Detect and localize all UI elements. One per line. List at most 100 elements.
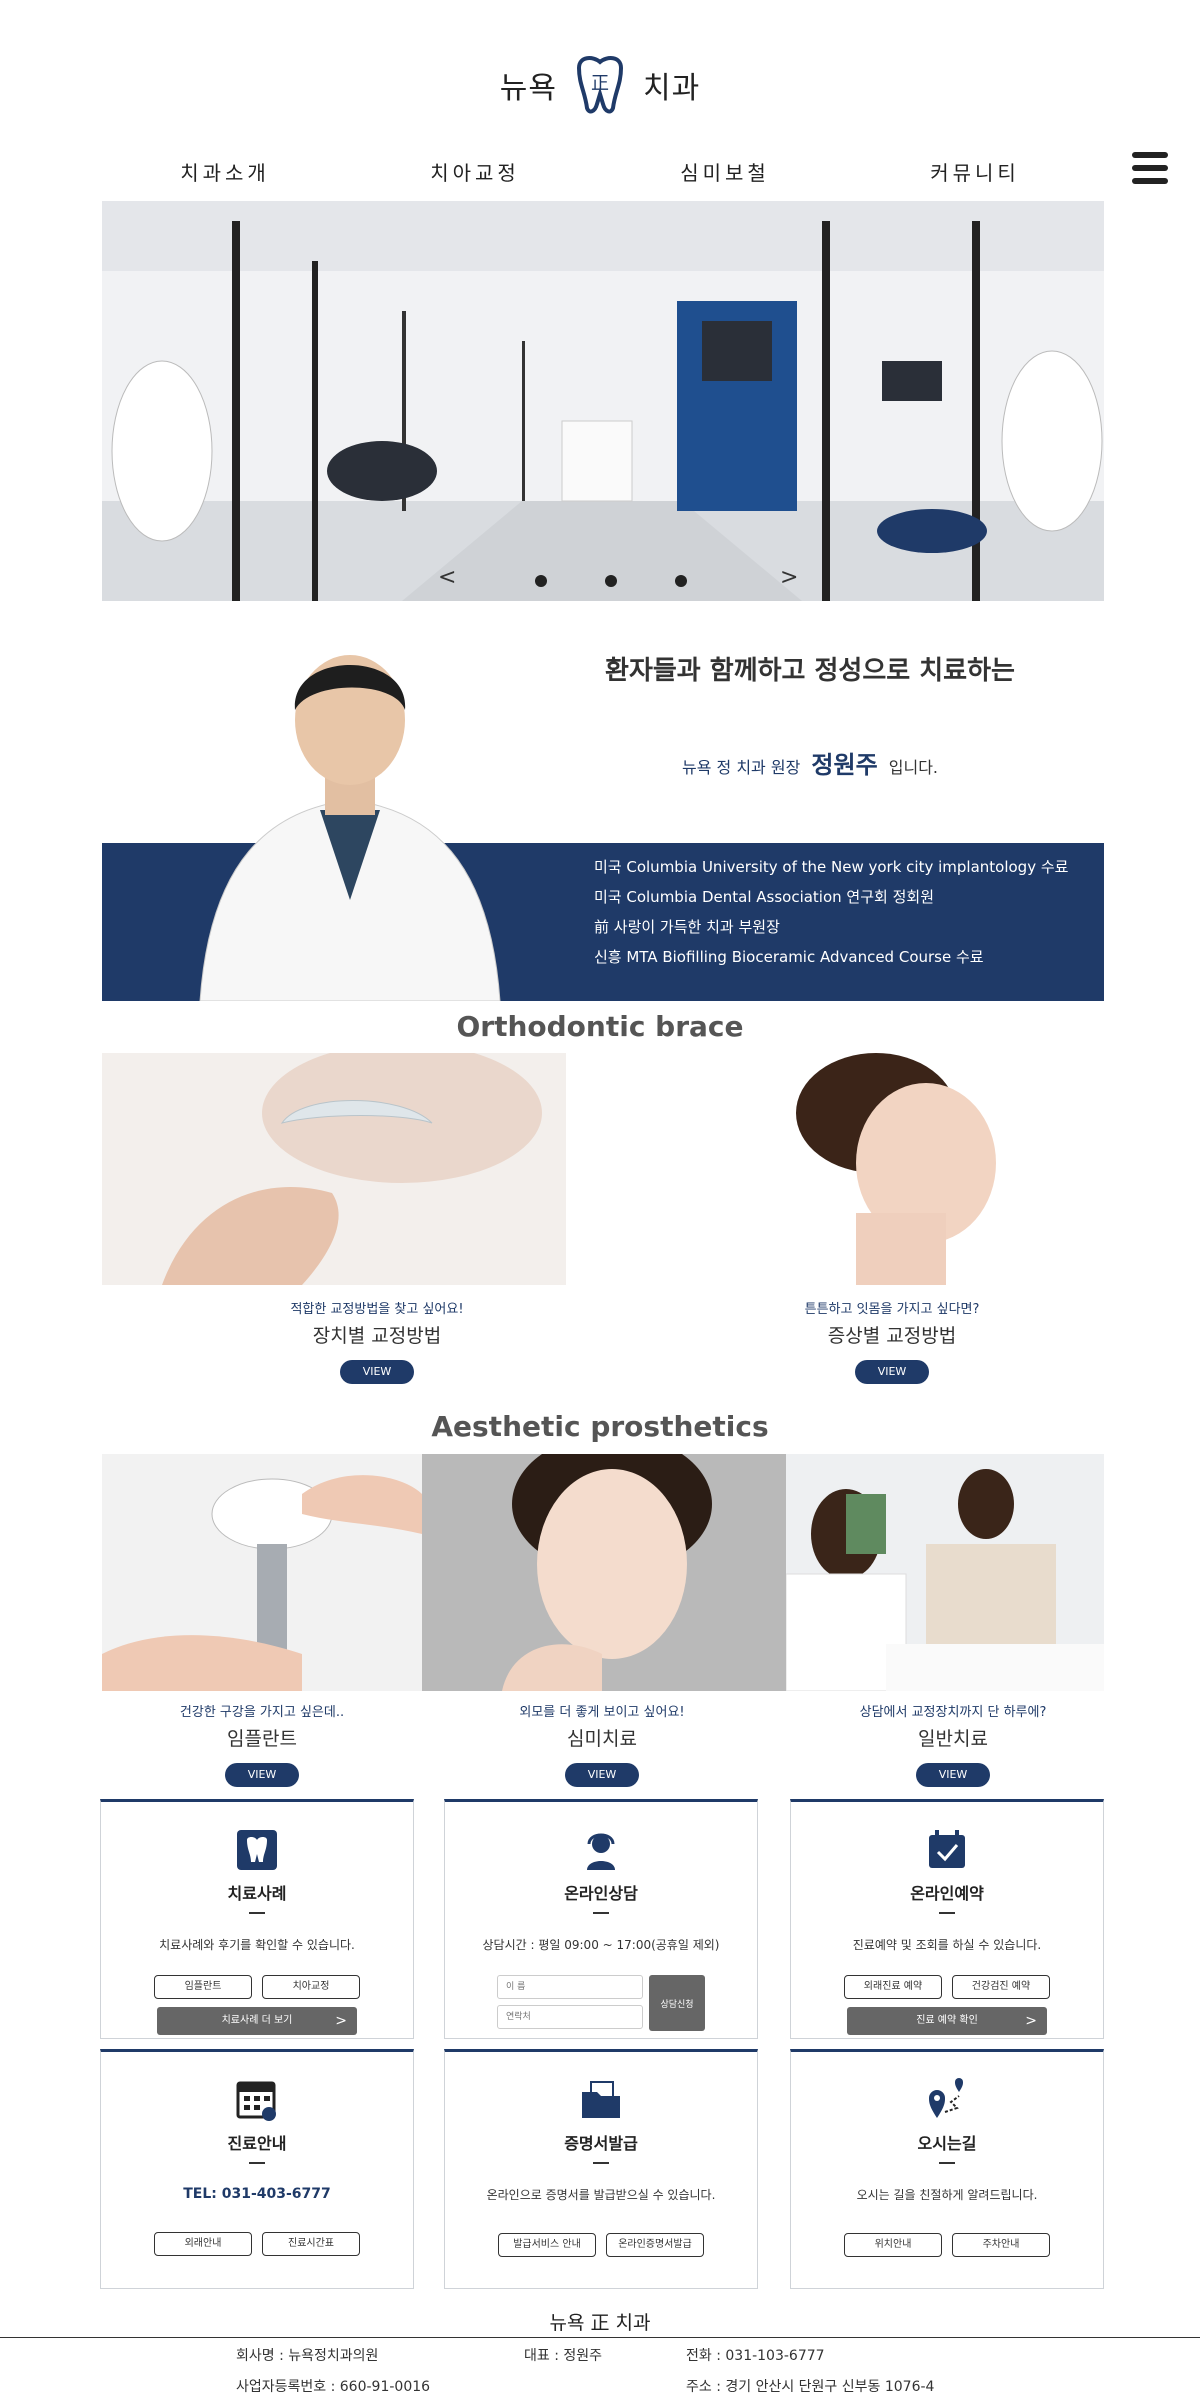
aes-card-aesthetic-photo[interactable] [422,1454,786,1691]
career-item: 前 사랑이 가득한 치과 부원장 [594,918,780,936]
service-online-reservation: 온라인예약 진료예약 및 조회를 하실 수 있습니다. 외래진료 예약 건강검진… [790,1799,1104,2039]
slide-prev-arrow[interactable]: < [438,565,456,590]
footer-biz-number: 사업자등록번호 : 660-91-0016 [236,2379,431,2395]
service-cases-desc: 치료사례와 후기를 확인할 수 있습니다. [159,1938,355,1952]
guide-timetable-button[interactable]: 진료시간표 [262,2232,360,2256]
service-online-consult: 온라인상담 상담시간 : 평일 09:00 ~ 17:00(공휴일 제외) 상담… [444,1799,758,2039]
consult-submit-button[interactable]: 상담신청 [649,1975,705,2031]
footer-company: 회사명 : 뉴욕정치과의원 [236,2348,379,2364]
title-divider [593,1912,609,1914]
service-guide-buttons: 외래안내 진료시간표 [101,2232,413,2256]
tooth-logo-icon: 正 [576,56,624,114]
aes-implant-view-button[interactable]: VIEW [225,1763,299,1787]
hamburger-menu-icon[interactable] [1132,152,1168,184]
service-consult-desc: 상담시간 : 평일 09:00 ~ 17:00(공휴일 제외) [482,1938,720,1952]
slide-dot-2[interactable] [605,575,617,587]
ortho-device-view-button[interactable]: VIEW [340,1360,414,1384]
nav-item-intro[interactable]: 치과소개 [100,155,350,191]
ortho-card-symptom-info: 튼튼하고 잇몸을 가지고 싶다면? 증상별 교정방법 VIEW [702,1298,1082,1384]
service-treatment-cases: 치료사례 치료사례와 후기를 확인할 수 있습니다. 임플란트 치아교정 치료사… [100,1799,414,2039]
aes-aesthetic-title: 심미치료 [567,1728,637,1750]
consult-form: 상담신청 [445,1975,757,2031]
cert-service-guide-button[interactable]: 발급서비스 안내 [498,2233,596,2257]
guide-outpatient-button[interactable]: 외래안내 [154,2232,252,2256]
nav-item-aesthetic[interactable]: 심미보철 [600,155,850,191]
implant-model-photo [102,1454,422,1691]
service-reserve-desc: 진료예약 및 조회를 하실 수 있습니다. [852,1938,1042,1952]
cases-implant-button[interactable]: 임플란트 [154,1975,252,1999]
nav-item-orthodontics[interactable]: 치아교정 [350,155,600,191]
ortho-card-symptom-photo[interactable] [636,1053,1100,1285]
main-nav: 치과소개 치아교정 심미보철 커뮤니티 [100,155,1100,191]
slide-dot-1[interactable] [535,575,547,587]
ortho-card-device-photo[interactable] [102,1053,566,1285]
aes-implant-sub: 건강한 구강을 가지고 싶은데.. [179,1705,345,1720]
service-map-desc: 오시는 길을 친절하게 알려드립니다. [856,2188,1038,2202]
clear-aligner-photo [102,1053,566,1285]
ortho-symptom-view-button[interactable]: VIEW [855,1360,929,1384]
cases-more-button[interactable]: 치료사례 더 보기 > [157,2007,357,2035]
logo-text-left: 뉴욕 [499,71,557,106]
chevron-right-icon: > [1025,2013,1037,2029]
cases-ortho-button[interactable]: 치아교정 [262,1975,360,1999]
map-location-button[interactable]: 위치안내 [844,2233,942,2257]
reserve-confirm-button[interactable]: 진료 예약 확인 > [847,2007,1047,2035]
cert-online-issue-button[interactable]: 온라인증명서발급 [606,2233,704,2257]
schedule-calendar-icon [236,2081,276,2121]
service-cert-desc: 온라인으로 증명서를 발급받으실 수 있습니다. [486,2188,716,2202]
slide-dot-3[interactable] [675,575,687,587]
footer-address: 주소 : 경기 안산시 단원구 신부동 1076-4 [686,2379,935,2395]
service-directions: 오시는길 오시는 길을 친절하게 알려드립니다. 위치안내 주차안내 [790,2049,1104,2289]
reserve-outpatient-button[interactable]: 외래진료 예약 [844,1975,942,1999]
nav-item-community[interactable]: 커뮤니티 [850,155,1100,191]
aes-implant-info: 건강한 구강을 가지고 싶은데.. 임플란트 VIEW [92,1701,432,1787]
title-divider [249,1912,265,1914]
aes-general-title: 일반치료 [918,1728,988,1750]
service-treatment-guide: 진료안내 TEL: 031-403-6777 외래안내 진료시간표 [100,2049,414,2289]
service-map-title: 오시는길 [917,2134,977,2153]
footer-divider [0,2337,1200,2338]
service-reserve-title: 온라인예약 [910,1884,984,1903]
logo-text-right: 치과 [643,71,701,106]
service-reserve-buttons: 외래진료 예약 건강검진 예약 [791,1975,1103,1999]
woman-portrait-photo [422,1454,786,1691]
aes-card-general-photo[interactable] [786,1454,1104,1691]
footer-phone: 전화 : 031-103-6777 [686,2348,825,2364]
aes-implant-title: 임플란트 [227,1728,297,1750]
doctor-career-list: 미국 Columbia University of the New york c… [594,852,1094,972]
reserve-checkup-button[interactable]: 건강검진 예약 [952,1975,1050,1999]
doctor-intro-tail: 입니다. [888,758,938,777]
career-item: 미국 Columbia Dental Association 연구회 정회원 [594,888,934,906]
ortho-symptom-sub: 튼튼하고 잇몸을 가지고 싶다면? [804,1302,980,1317]
consult-phone-input[interactable] [497,2005,643,2029]
aes-general-view-button[interactable]: VIEW [916,1763,990,1787]
ortho-card-device-info: 적합한 교정방법을 찾고 싶어요! 장치별 교정방법 VIEW [187,1298,567,1384]
slide-next-arrow[interactable]: > [780,565,798,590]
logo-mark-char: 正 [591,73,609,94]
consult-name-input[interactable] [497,1975,643,1999]
service-cert-buttons: 발급서비스 안내 온라인증명서발급 [445,2233,757,2257]
doctor-headline: 환자들과 함께하고 정성으로 치료하는 [605,656,1015,686]
slide-indicators [535,575,687,587]
calendar-check-icon [929,1830,965,1868]
doctor-clinic-label: 뉴욕 정 치과 원장 [682,758,801,777]
ortho-symptom-title: 증상별 교정방법 [827,1325,957,1347]
aes-aesthetic-view-button[interactable]: VIEW [565,1763,639,1787]
title-divider [593,2162,609,2164]
map-parking-button[interactable]: 주차안내 [952,2233,1050,2257]
chevron-right-icon: > [335,2013,347,2029]
title-divider [939,1912,955,1914]
tooth-box-icon [237,1830,277,1870]
service-map-buttons: 위치안내 주차안내 [791,2233,1103,2257]
service-guide-tel[interactable]: TEL: 031-403-6777 [101,2186,413,2202]
site-logo[interactable]: 뉴욕 正 치과 [0,50,1200,120]
headset-person-icon [587,1833,615,1870]
title-divider [249,2162,265,2164]
ortho-section-title: Orthodontic brace [456,1010,744,1043]
aes-card-implant-photo[interactable] [102,1454,422,1691]
aesthetic-section-title: Aesthetic prosthetics [431,1410,769,1443]
career-item: 미국 Columbia University of the New york c… [594,858,1069,876]
aes-aesthetic-sub: 외모를 더 좋게 보이고 싶어요! [519,1705,685,1720]
folder-document-icon [582,2081,620,2118]
hero-slideshow [102,201,1104,601]
